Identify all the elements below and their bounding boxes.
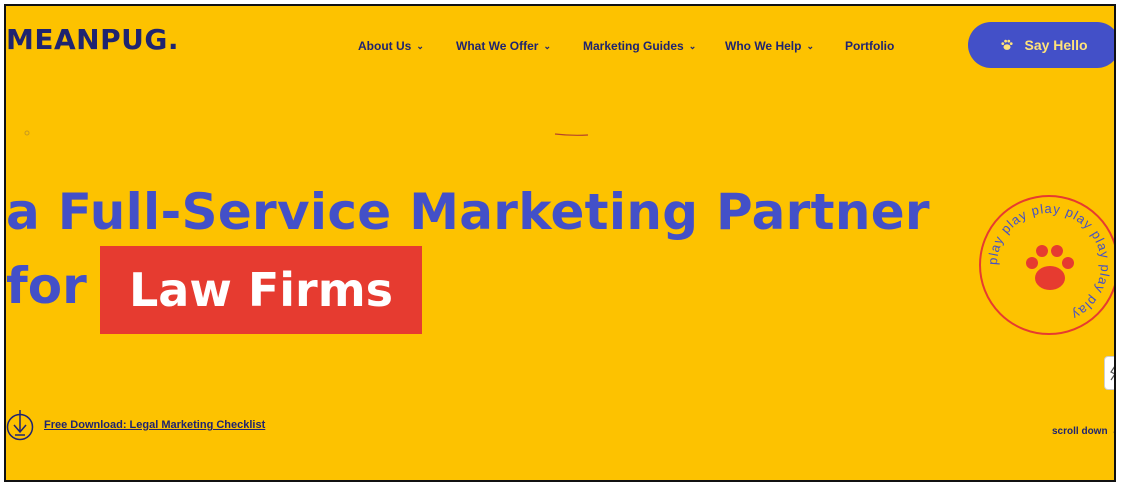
nav-label: Who We Help	[725, 39, 802, 53]
scroll-down[interactable]: scroll down ⌄	[1052, 426, 1114, 437]
play-ring-text: play play play play play play play	[985, 201, 1112, 323]
chevron-down-icon: ⌄	[688, 40, 697, 51]
hero-headline: a Full-Service Marketing Partner	[6, 183, 930, 241]
paw-icon	[1026, 245, 1074, 290]
hero-highlight: Law Firms	[100, 246, 422, 334]
chevron-down-icon: ⌄	[806, 40, 814, 51]
side-scroll-widget[interactable]	[1104, 356, 1114, 390]
chevron-down-icon: ⌄	[416, 40, 424, 51]
nav-item-who-we-help[interactable]: Who We Help ⌄	[725, 34, 814, 58]
scroll-down-label: scroll down	[1052, 426, 1108, 437]
chevron-down-icon: ⌄	[543, 40, 551, 51]
nav-item-portfolio[interactable]: Portfolio	[845, 34, 894, 58]
hero-line2-prefix: for	[6, 257, 87, 315]
nav-label: About Us	[358, 39, 412, 53]
svg-text:play play play play play play: play play play play play play play	[985, 201, 1113, 323]
decorative-speck	[24, 130, 30, 136]
nav-label: Marketing Guides	[583, 39, 684, 53]
nav-label: Portfolio	[845, 39, 895, 53]
nav-item-marketing-guides[interactable]: Marketing Guides ⌄	[583, 34, 696, 58]
free-download[interactable]: Free Download: Legal Marketing Checklist	[6, 408, 265, 442]
say-hello-label: Say Hello	[1024, 37, 1088, 53]
page-frame: MEANPUG. About Us ⌄ What We Offer ⌄ Mark…	[4, 4, 1116, 482]
logo-text: MEANPUG.	[6, 23, 179, 56]
say-hello-button[interactable]: Say Hello	[968, 22, 1114, 68]
download-arrow-icon	[6, 410, 34, 441]
download-link[interactable]: Free Download: Legal Marketing Checklist	[44, 419, 265, 431]
paw-icon	[1000, 38, 1014, 52]
chevron-down-icon: ⌄	[1112, 426, 1114, 437]
nav-item-about-us[interactable]: About Us ⌄	[358, 34, 424, 58]
decorative-stroke	[554, 133, 589, 136]
squiggle-icon	[1109, 365, 1114, 381]
nav-item-what-we-offer[interactable]: What We Offer ⌄	[456, 34, 551, 58]
nav-label: What We Offer	[456, 39, 539, 53]
play-badge[interactable]: play play play play play play play	[976, 192, 1114, 338]
hero-highlight-text: Law Firms	[128, 263, 394, 317]
logo[interactable]: MEANPUG.	[6, 20, 179, 60]
